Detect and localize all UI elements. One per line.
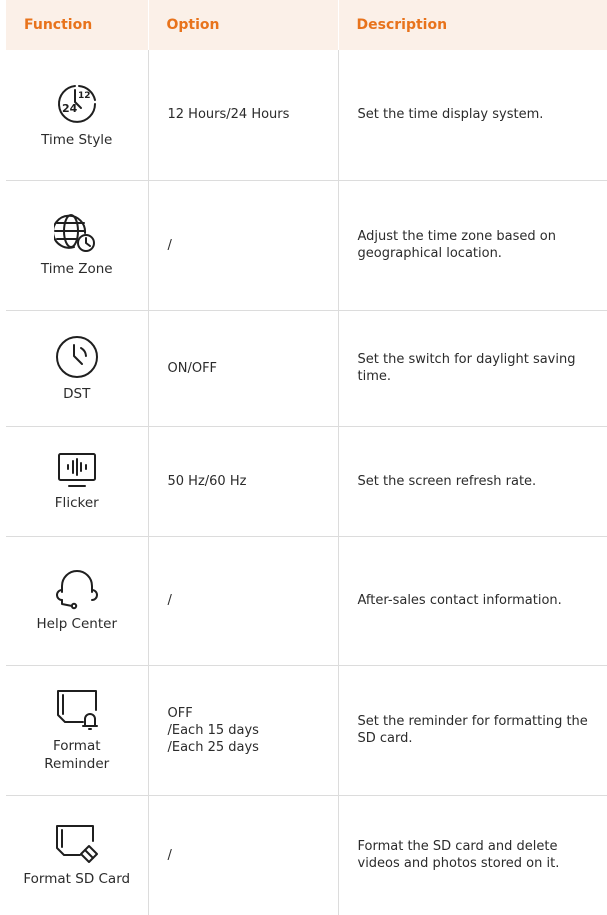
header-function: Function xyxy=(6,0,149,50)
description-cell: Set the switch for daylight saving time. xyxy=(338,310,607,427)
clock-icon xyxy=(54,334,100,380)
svg-text:24: 24 xyxy=(62,102,78,115)
function-label: Time Style xyxy=(41,132,113,149)
svg-text:12: 12 xyxy=(78,91,91,101)
option-line: /Each 15 days xyxy=(167,722,259,738)
description-cell: Set the time display system. xyxy=(338,50,607,181)
settings-table: Function Option Description 24 12 Time S… xyxy=(6,0,607,915)
description-cell: Set the screen refresh rate. xyxy=(338,426,607,537)
option-cell: / xyxy=(148,180,339,311)
function-label: Format Reminder xyxy=(44,737,110,772)
globe-clock-icon xyxy=(53,213,100,255)
function-label: DST xyxy=(63,385,91,402)
description-cell: Format the SD card and delete videos and… xyxy=(338,795,607,915)
description-cell: After-sales contact information. xyxy=(338,536,607,666)
table-header: Function Option Description xyxy=(6,0,607,50)
table-row-time-style: 24 12 Time Style 12 Hours/24 Hours Set t… xyxy=(6,50,607,181)
table-row-format-reminder: Format Reminder OFF /Each 15 days /Each … xyxy=(6,665,607,796)
table-row-format-sd-card: Format SD Card / Format the SD card and … xyxy=(6,795,607,915)
table-row-dst: DST ON/OFF Set the switch for daylight s… xyxy=(6,310,607,427)
function-cell: Time Zone xyxy=(6,180,149,311)
function-cell: Flicker xyxy=(6,426,149,537)
function-cell: DST xyxy=(6,310,149,427)
option-cell: OFF /Each 15 days /Each 25 days xyxy=(148,665,339,796)
sd-card-bell-icon xyxy=(53,688,101,732)
function-label: Format SD Card xyxy=(23,870,131,887)
table-row-time-zone: Time Zone / Adjust the time zone based o… xyxy=(6,180,607,311)
option-line: OFF xyxy=(167,705,193,721)
function-cell: Help Center xyxy=(6,536,149,666)
description-cell: Set the reminder for formatting the SD c… xyxy=(338,665,607,796)
function-cell: Format SD Card xyxy=(6,795,149,915)
option-line: /Each 25 days xyxy=(167,739,259,755)
option-cell: / xyxy=(148,795,339,915)
headset-icon xyxy=(54,568,100,610)
option-cell: / xyxy=(148,536,339,666)
function-cell: Format Reminder xyxy=(6,665,149,796)
header-description: Description xyxy=(338,0,607,50)
table-row-help-center: Help Center / After-sales contact inform… xyxy=(6,536,607,666)
function-label: Flicker xyxy=(54,494,99,511)
option-cell: 12 Hours/24 Hours xyxy=(148,50,339,181)
description-cell: Adjust the time zone based on geographic… xyxy=(338,180,607,311)
option-cell: 50 Hz/60 Hz xyxy=(148,426,339,537)
function-label: Help Center xyxy=(36,616,117,632)
monitor-waveform-icon xyxy=(56,451,98,489)
table-row-flicker: Flicker 50 Hz/60 Hz Set the screen refre… xyxy=(6,426,607,537)
option-cell: ON/OFF xyxy=(148,310,339,427)
header-option: Option xyxy=(148,0,339,50)
settings-page: Function Option Description 24 12 Time S… xyxy=(0,0,607,915)
function-label: Time Zone xyxy=(40,260,113,277)
function-cell: 24 12 Time Style xyxy=(6,50,149,181)
clock-12-24-icon: 24 12 xyxy=(53,80,101,126)
sd-card-eraser-icon xyxy=(52,823,102,865)
